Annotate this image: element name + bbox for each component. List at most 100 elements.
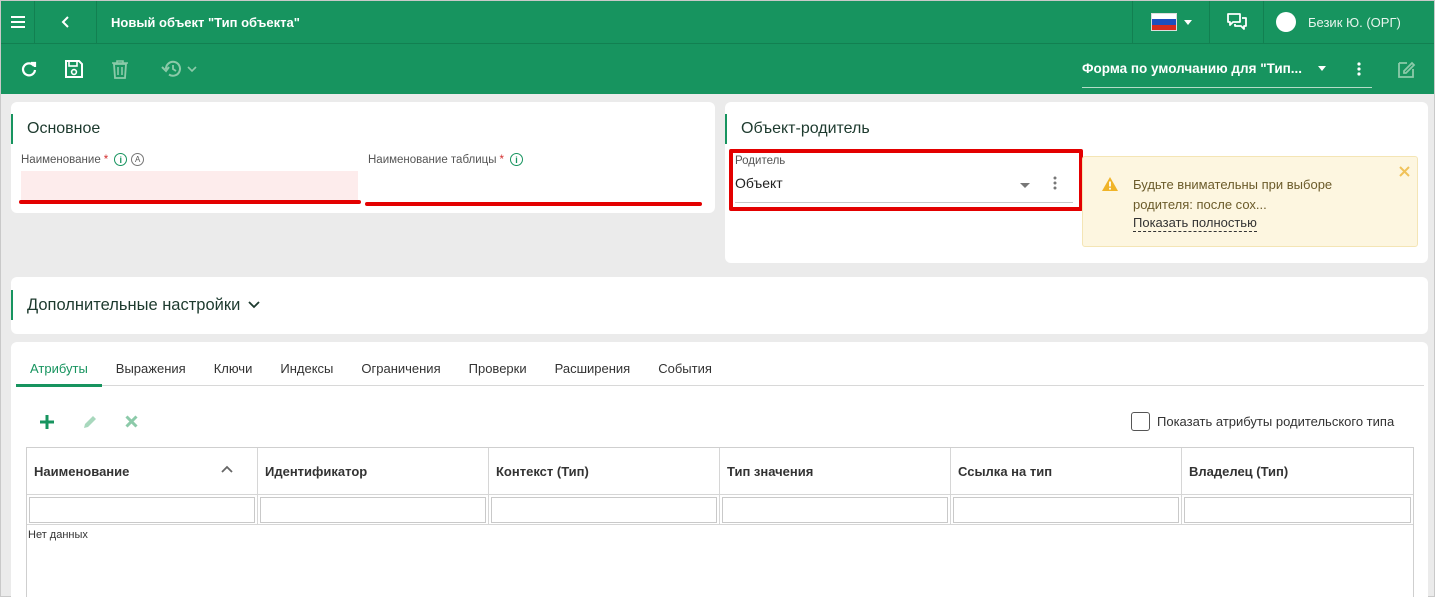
save-button[interactable]	[63, 58, 85, 80]
filter-input-name[interactable]	[29, 497, 255, 523]
column-header-type-link[interactable]: Ссылка на тип	[951, 448, 1182, 494]
info-icon[interactable]: i	[510, 153, 523, 166]
refresh-button[interactable]	[19, 59, 39, 79]
tab-checks[interactable]: Проверки	[455, 350, 541, 386]
required-mark: *	[499, 153, 504, 166]
chevron-down-icon	[248, 301, 260, 309]
chevron-down-icon	[187, 66, 197, 73]
history-button[interactable]	[157, 58, 201, 80]
name-input-underline	[19, 200, 361, 204]
show-parent-attrs-toggle[interactable]: Показать атрибуты родительского типа	[1131, 412, 1394, 431]
caret-down-icon[interactable]	[1020, 183, 1030, 188]
tab-bar: Атрибуты Выражения Ключи Индексы Огранич…	[16, 350, 1424, 387]
warning-text-line: Будьте внимательны при выборе	[1133, 177, 1333, 192]
filter-cell	[27, 495, 258, 524]
tab-events[interactable]: События	[644, 350, 726, 386]
extra-settings-card[interactable]: Дополнительные настройки	[11, 277, 1428, 334]
close-icon[interactable]	[1399, 166, 1410, 177]
column-header-identifier[interactable]: Идентификатор	[258, 448, 489, 494]
filter-input-value-type[interactable]	[722, 497, 948, 523]
parent-section-title: Объект-родитель	[725, 114, 870, 144]
form-selector[interactable]: Форма по умолчанию для "Тип...	[1082, 50, 1372, 88]
tab-expressions[interactable]: Выражения	[102, 350, 200, 386]
warning-text: Будьте внимательны при выборе родителя: …	[1133, 175, 1332, 215]
caret-down-icon	[1183, 19, 1192, 25]
russia-flag-icon	[1150, 13, 1177, 31]
column-header-name[interactable]: Наименование	[27, 448, 258, 494]
column-header-context[interactable]: Контекст (Тип)	[489, 448, 720, 494]
caret-down-icon	[1318, 66, 1326, 71]
filter-input-type-link[interactable]	[953, 497, 1179, 523]
filter-cell	[951, 495, 1182, 524]
info-icon[interactable]: i	[114, 153, 128, 166]
top-bar: Новый объект "Тип объекта" Безик Ю. (ОРГ…	[1, 0, 1434, 44]
delete-icon[interactable]	[125, 415, 138, 428]
action-toolbar: Форма по умолчанию для "Тип...	[1, 44, 1434, 94]
edit-form-button[interactable]	[1394, 58, 1418, 80]
chat-icon	[1226, 13, 1247, 30]
table-name-field-label: Наименование таблицы * i	[368, 153, 527, 166]
table-name-label-text: Наименование таблицы	[368, 153, 497, 166]
avatar	[1276, 12, 1296, 32]
show-parent-attrs-checkbox[interactable]	[1131, 412, 1150, 431]
parent-field-label: Родитель	[735, 155, 786, 167]
user-name: Безик Ю. (ОРГ)	[1308, 14, 1401, 30]
empty-grid-message: Нет данных	[28, 529, 88, 541]
filter-input-context[interactable]	[491, 497, 717, 523]
parent-field-highlight: Родитель Объект	[729, 149, 1083, 211]
warning-icon	[1102, 177, 1118, 191]
extra-settings-label: Дополнительные настройки	[27, 295, 241, 314]
more-vertical-icon[interactable]	[1352, 61, 1366, 77]
warning-text-line: родителя: после сох...	[1133, 197, 1267, 212]
show-parent-attrs-label: Показать атрибуты родительского типа	[1157, 414, 1395, 429]
trash-icon	[112, 60, 128, 79]
sort-ascending-icon[interactable]	[221, 465, 233, 473]
parent-warning: Будьте внимательны при выборе родителя: …	[1082, 156, 1418, 247]
name-field-label: Наименование * i A	[21, 153, 145, 166]
tab-keys[interactable]: Ключи	[200, 350, 267, 386]
edit-icon[interactable]	[82, 414, 98, 430]
auto-fill-icon[interactable]: A	[131, 153, 145, 166]
show-full-link[interactable]: Показать полностью	[1133, 215, 1257, 232]
grid-header-row: Наименование Идентификатор Контекст (Тип…	[27, 448, 1413, 495]
column-header-owner[interactable]: Владелец (Тип)	[1182, 448, 1413, 494]
chat-button[interactable]	[1210, 0, 1264, 44]
chevron-left-icon	[61, 16, 69, 28]
parent-field-underline	[735, 202, 1073, 203]
name-label-text: Наименование	[21, 153, 101, 166]
main-section-title: Основное	[11, 114, 100, 144]
parent-field-value[interactable]: Объект	[735, 175, 783, 191]
language-selector[interactable]	[1132, 0, 1210, 44]
grid-filter-row	[27, 495, 1413, 525]
column-header-value-type[interactable]: Тип значения	[720, 448, 951, 494]
required-mark: *	[103, 153, 109, 166]
tab-constraints[interactable]: Ограничения	[347, 350, 454, 386]
tab-extensions[interactable]: Расширения	[541, 350, 645, 386]
name-input[interactable]	[21, 171, 358, 201]
table-name-input-underline	[365, 202, 702, 206]
filter-input-identifier[interactable]	[260, 497, 486, 523]
more-vertical-icon[interactable]	[1051, 175, 1059, 191]
filter-input-owner[interactable]	[1184, 497, 1411, 523]
extra-settings-title[interactable]: Дополнительные настройки	[11, 290, 260, 320]
page-title: Новый объект "Тип объекта"	[111, 14, 300, 30]
tab-indexes[interactable]: Индексы	[266, 350, 347, 386]
edit-form-icon	[1398, 61, 1416, 78]
history-icon	[161, 60, 181, 77]
back-button[interactable]	[35, 0, 97, 44]
save-icon	[65, 60, 83, 78]
refresh-icon	[21, 61, 37, 77]
column-header-label: Наименование	[34, 463, 130, 479]
flag-stripe-red	[1151, 24, 1176, 30]
filter-cell	[1182, 495, 1413, 524]
tab-attributes[interactable]: Атрибуты	[16, 350, 102, 387]
user-menu[interactable]: Безик Ю. (ОРГ)	[1264, 1, 1434, 44]
attributes-grid: Наименование Идентификатор Контекст (Тип…	[26, 447, 1414, 597]
add-icon[interactable]	[39, 414, 55, 430]
table-name-input[interactable]	[368, 171, 703, 201]
menu-button[interactable]	[1, 0, 35, 44]
main-section-card: Основное Наименование * i A Наименование…	[11, 102, 715, 213]
filter-cell	[720, 495, 951, 524]
form-selector-value: Форма по умолчанию для "Тип...	[1082, 61, 1303, 76]
delete-button[interactable]	[109, 58, 131, 80]
